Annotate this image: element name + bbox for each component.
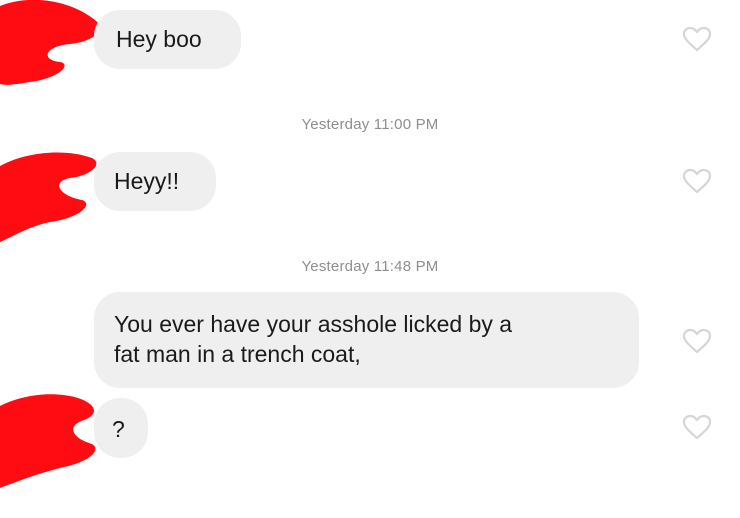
message-text: ?	[112, 416, 125, 442]
heart-outline-icon[interactable]	[682, 414, 712, 440]
timestamp: Yesterday 11:48 PM	[301, 258, 439, 275]
redacted-avatar	[0, 394, 96, 488]
redacted-avatar	[0, 152, 97, 242]
message-text: Hey boo	[116, 26, 202, 52]
message-text: Heyy!!	[114, 168, 180, 194]
message-bubble[interactable]: Heyy!!	[94, 152, 216, 211]
heart-outline-icon[interactable]	[682, 328, 712, 354]
message-bubble[interactable]: ?	[94, 398, 148, 458]
heart-outline-icon[interactable]	[682, 26, 712, 52]
heart-outline-icon[interactable]	[682, 168, 712, 194]
message-text-line: fat man in a trench coat,	[114, 341, 361, 367]
message-text-line: You ever have your asshole licked by a	[114, 311, 513, 337]
timestamp: Yesterday 11:00 PM	[301, 116, 439, 133]
message-bubble[interactable]: Hey boo	[94, 10, 241, 69]
message-bubble[interactable]: You ever have your asshole licked by a f…	[94, 292, 639, 388]
